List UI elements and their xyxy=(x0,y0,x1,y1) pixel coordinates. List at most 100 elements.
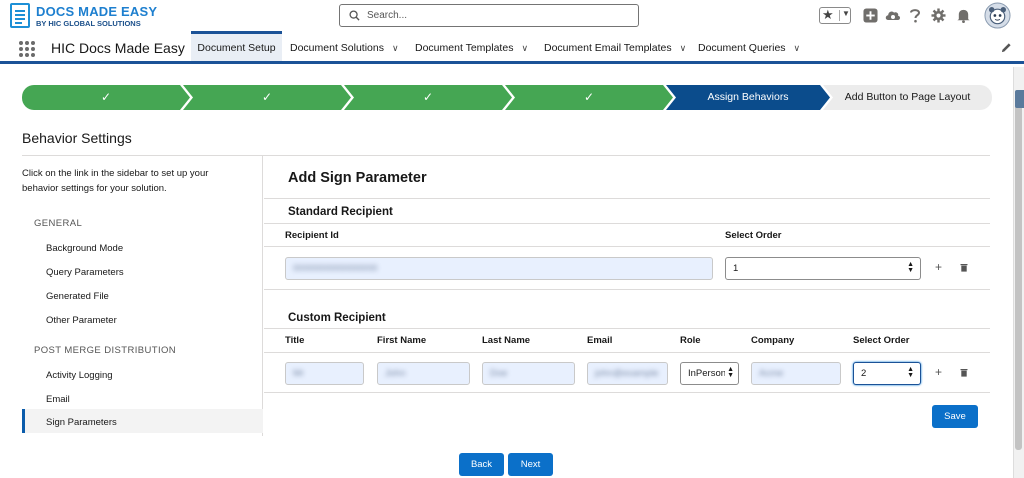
logo-title: DOCS MADE EASY xyxy=(36,4,158,19)
search-input[interactable] xyxy=(367,8,627,23)
chevron-down-icon[interactable]: ▼ xyxy=(842,9,850,18)
standard-recipient-heading: Standard Recipient xyxy=(288,206,393,218)
divider xyxy=(264,352,990,353)
select-order-value: 1 xyxy=(733,263,739,274)
select-order-value: 2 xyxy=(861,368,867,379)
column-header-company: Company xyxy=(751,335,795,346)
sidebar-item-other-parameter[interactable]: Other Parameter xyxy=(46,315,117,326)
column-header-first-name: First Name xyxy=(377,335,427,346)
tab-label: Document Solutions xyxy=(290,42,384,54)
chevron-down-icon[interactable]: ∨ xyxy=(392,43,399,54)
sidebar-item-generated-file[interactable]: Generated File xyxy=(46,291,109,302)
column-header-last-name: Last Name xyxy=(482,335,531,346)
first-name-field[interactable]: John xyxy=(377,362,470,385)
search-icon xyxy=(349,10,360,21)
column-header-email: Email xyxy=(587,335,613,346)
app-launcher-icon[interactable] xyxy=(19,41,35,57)
setup-cloud-icon[interactable] xyxy=(885,8,901,23)
recipient-id-label: Recipient Id xyxy=(285,230,339,241)
logo-subtitle: BY HIC GLOBAL SOLUTIONS xyxy=(36,19,141,28)
divider xyxy=(264,198,990,199)
company-field[interactable]: Acme xyxy=(751,362,841,385)
path-step-assign-behaviors[interactable]: Assign Behaviors xyxy=(666,85,830,110)
role-value: InPerson xyxy=(688,368,727,379)
global-header: DOCS MADE EASY BY HIC GLOBAL SOLUTIONS ★… xyxy=(0,0,1024,31)
path-step-2[interactable]: ✓ xyxy=(183,85,351,110)
side-panel-tab[interactable] xyxy=(1015,90,1024,108)
tab-label: Document Email Templates xyxy=(544,42,672,54)
sidebar-item-email[interactable]: Email xyxy=(46,394,70,405)
tab-document-email-templates[interactable]: Document Email Templates ∨ xyxy=(544,31,686,61)
scrollbar-thumb[interactable] xyxy=(1015,95,1022,450)
next-button[interactable]: Next xyxy=(508,453,553,476)
path-step-add-button[interactable]: Add Button to Page Layout xyxy=(823,85,992,110)
app-navigation-bar: HIC Docs Made Easy Document Setup Docume… xyxy=(0,31,1024,64)
behavior-sidebar: Click on the link in the sidebar to set … xyxy=(0,156,263,436)
add-row-icon[interactable]: + xyxy=(935,260,942,274)
chevron-down-icon[interactable]: ∨ xyxy=(521,43,528,54)
add-row-icon[interactable]: + xyxy=(935,365,942,379)
edit-nav-pencil-icon[interactable] xyxy=(1001,42,1012,53)
path-step-label: Assign Behaviors xyxy=(707,91,789,103)
tab-document-solutions[interactable]: Document Solutions ∨ xyxy=(290,31,399,61)
checkmark-icon: ✓ xyxy=(583,90,595,104)
divider xyxy=(264,289,990,290)
divider xyxy=(264,246,990,247)
select-order-label: Select Order xyxy=(725,230,782,241)
page-title: Behavior Settings xyxy=(22,130,132,146)
save-button[interactable]: Save xyxy=(932,405,978,428)
global-search[interactable] xyxy=(339,4,639,27)
checkmark-icon: ✓ xyxy=(261,90,273,104)
setup-path: ✓ ✓ ✓ ✓ Assign Behaviors Add Button to P… xyxy=(22,85,992,110)
sidebar-intro: Click on the link in the sidebar to set … xyxy=(22,168,209,194)
favorites-button[interactable]: ★ ▼ xyxy=(819,7,851,24)
help-icon[interactable] xyxy=(909,8,921,23)
recipient-id-field[interactable]: 0000000000000000 xyxy=(285,257,713,280)
sidebar-item-query-parameters[interactable]: Query Parameters xyxy=(46,267,124,278)
sidebar-item-background-mode[interactable]: Background Mode xyxy=(46,243,123,254)
settings-gear-icon[interactable] xyxy=(931,8,946,23)
path-step-label: Add Button to Page Layout xyxy=(844,91,971,103)
chevron-down-icon[interactable]: ∨ xyxy=(794,43,801,54)
divider xyxy=(264,223,990,224)
app-name: HIC Docs Made Easy xyxy=(51,40,185,56)
column-header-role: Role xyxy=(680,335,701,346)
divider xyxy=(264,328,990,329)
stepper-arrows-icon[interactable]: ▲ ▼ xyxy=(907,261,914,274)
sidebar-heading-post-merge: POST MERGE DISTRIBUTION xyxy=(34,345,177,356)
standard-select-order[interactable]: 1 ▲ ▼ xyxy=(725,257,921,280)
checkmark-icon: ✓ xyxy=(100,90,112,104)
path-step-1[interactable]: ✓ xyxy=(22,85,190,110)
app-logo[interactable]: DOCS MADE EASY BY HIC GLOBAL SOLUTIONS xyxy=(10,3,160,29)
sidebar-item-sign-parameters[interactable]: Sign Parameters xyxy=(46,417,117,428)
tab-label: Document Queries xyxy=(698,42,786,54)
stepper-arrows-icon[interactable]: ▲ ▼ xyxy=(907,366,914,379)
panel-title: Add Sign Parameter xyxy=(288,170,427,186)
column-header-title: Title xyxy=(285,335,305,346)
tab-label: Document Setup xyxy=(197,42,276,54)
stepper-arrows-icon[interactable]: ▲ ▼ xyxy=(725,366,734,379)
path-step-4[interactable]: ✓ xyxy=(505,85,673,110)
last-name-field[interactable]: Doe xyxy=(482,362,575,385)
tab-document-templates[interactable]: Document Templates ∨ xyxy=(415,31,528,61)
email-field[interactable]: john@example xyxy=(587,362,668,385)
back-button[interactable]: Back xyxy=(459,453,504,476)
trash-icon[interactable] xyxy=(960,263,968,272)
tab-document-queries[interactable]: Document Queries ∨ xyxy=(698,31,800,61)
custom-select-order[interactable]: 2 ▲ ▼ xyxy=(853,362,921,385)
column-header-select-order: Select Order xyxy=(853,335,910,346)
add-icon[interactable] xyxy=(863,8,878,23)
divider xyxy=(264,392,990,393)
tab-label: Document Templates xyxy=(415,42,514,54)
role-select[interactable]: InPerson ▲ ▼ xyxy=(680,362,739,385)
notifications-bell-icon[interactable] xyxy=(956,8,971,23)
custom-recipient-heading: Custom Recipient xyxy=(288,312,386,324)
user-avatar[interactable] xyxy=(984,2,1011,29)
path-step-3[interactable]: ✓ xyxy=(344,85,512,110)
title-field[interactable]: Mr xyxy=(285,362,364,385)
trash-icon[interactable] xyxy=(960,368,968,377)
checkmark-icon: ✓ xyxy=(422,90,434,104)
tab-document-setup[interactable]: Document Setup xyxy=(191,31,282,61)
sidebar-item-activity-logging[interactable]: Activity Logging xyxy=(46,370,113,381)
chevron-down-icon[interactable]: ∨ xyxy=(680,43,687,54)
